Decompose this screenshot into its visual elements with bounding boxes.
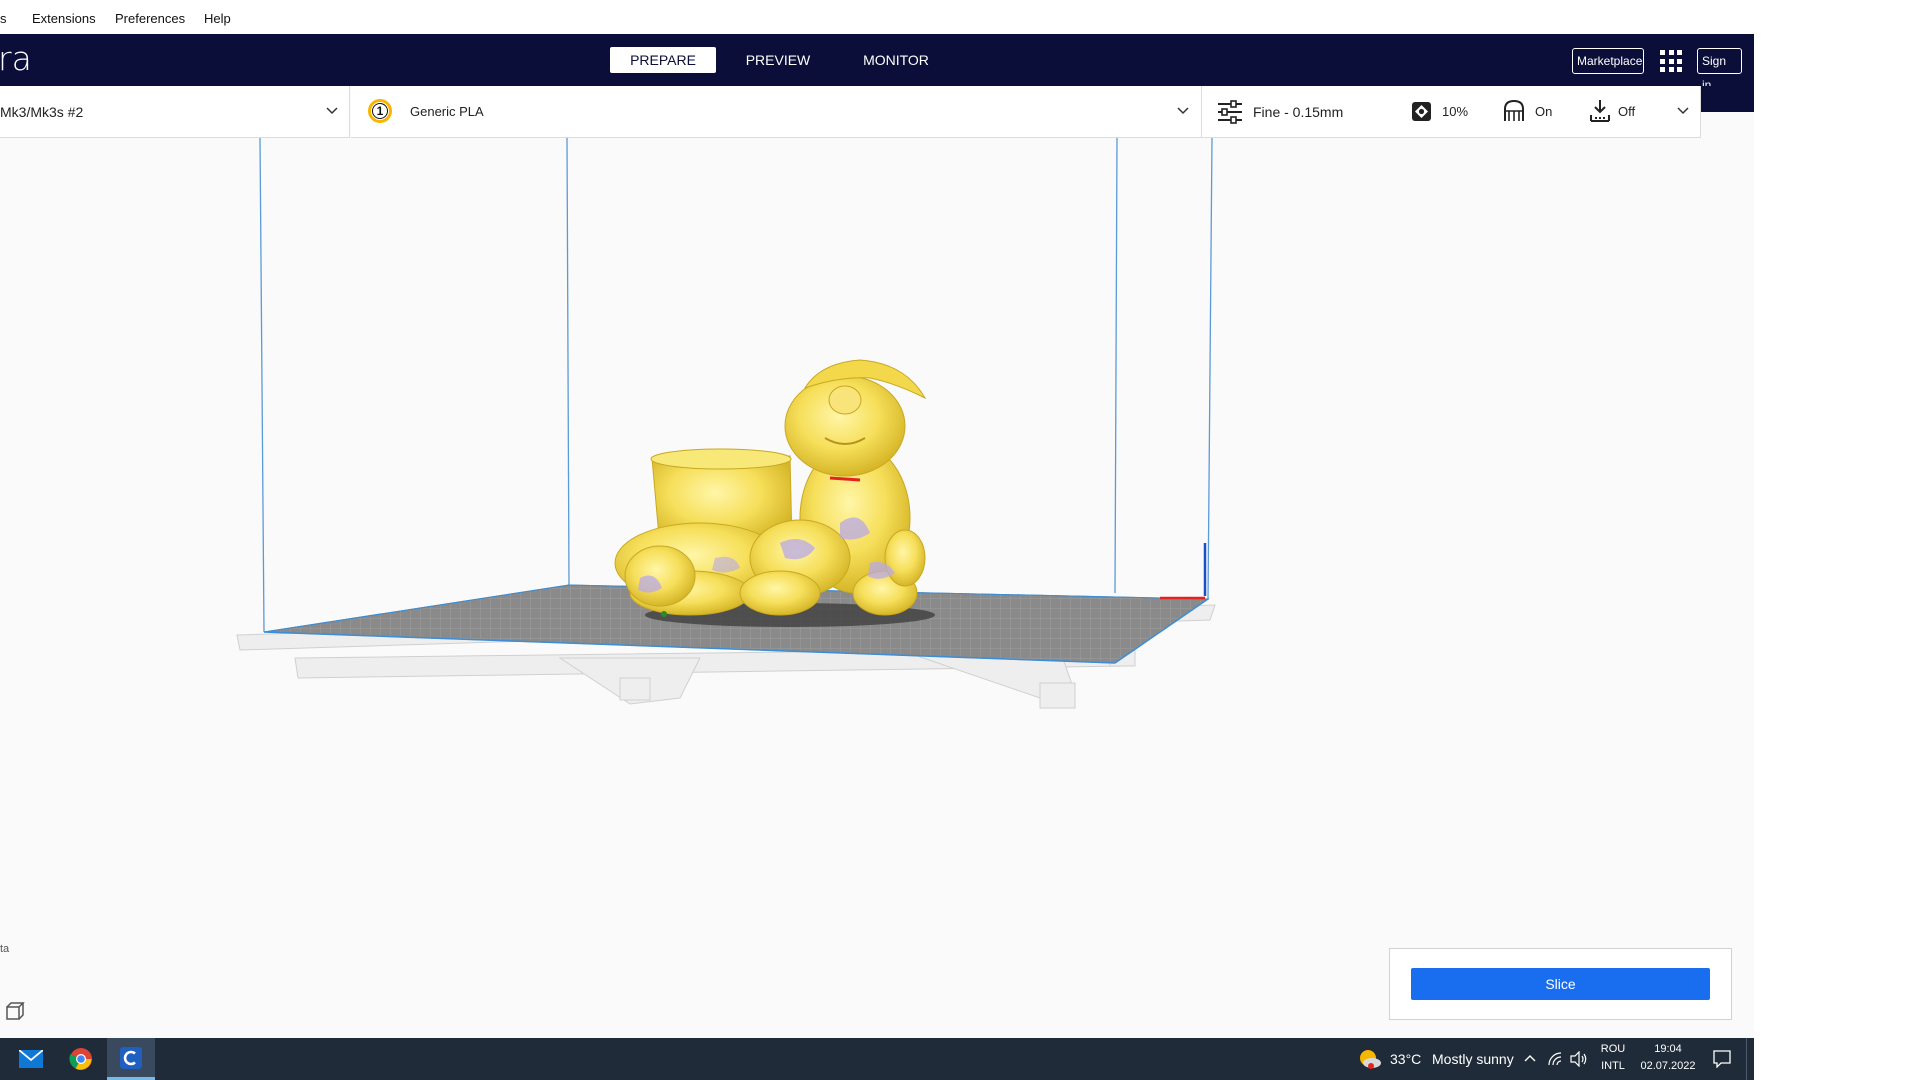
3d-viewport[interactable] [0, 137, 1754, 1038]
print-settings-selector[interactable]: Fine - 0.15mm 10% On Off [1201, 86, 1701, 138]
extruder-number: 1 [376, 104, 384, 118]
material-name: Generic PLA [410, 104, 484, 119]
keyboard-language[interactable]: ROU [1598, 1043, 1628, 1055]
infill-icon [1412, 102, 1431, 121]
app-header: ra PREPARE PREVIEW MONITOR Marketplace S… [0, 34, 1754, 92]
build-plate-scene [236, 137, 1216, 709]
build-volume-edge [566, 137, 570, 586]
support-icon [1504, 99, 1524, 121]
marketplace-button[interactable]: Marketplace [1572, 48, 1644, 74]
3d-model[interactable] [614, 359, 927, 617]
profile-label: Fine - 0.15mm [1253, 104, 1344, 120]
app-title: ra [0, 39, 32, 78]
build-volume-edge [1207, 137, 1213, 601]
tab-monitor[interactable]: MONITOR [846, 47, 946, 73]
build-volume-edge [1114, 137, 1118, 594]
menu-item-help[interactable]: Help [204, 11, 231, 26]
show-desktop-button[interactable] [1746, 1038, 1754, 1080]
mail-icon [19, 1050, 43, 1068]
menu-item-preferences[interactable]: Preferences [115, 11, 185, 26]
weather-sun-icon[interactable] [1358, 1048, 1382, 1070]
extruder-badge: 1 [368, 99, 392, 123]
taskbar-app-mail[interactable] [7, 1038, 55, 1080]
chevron-up-icon[interactable] [1524, 1054, 1536, 1062]
chevron-down-icon [1677, 107, 1689, 115]
clock-time[interactable]: 19:04 [1638, 1043, 1698, 1055]
tab-prepare[interactable]: PREPARE [610, 47, 716, 73]
blank-area [1754, 0, 1920, 1080]
menu-item-extensions[interactable]: Extensions [32, 11, 96, 26]
action-panel: Slice [1389, 948, 1732, 1020]
chevron-down-icon [1177, 107, 1189, 115]
taskbar-app-cura[interactable] [107, 1038, 155, 1080]
chrome-icon [69, 1048, 92, 1070]
weather-temperature[interactable]: 33°C [1390, 1051, 1421, 1067]
adhesion-value: Off [1618, 104, 1636, 119]
slice-button[interactable]: Slice [1411, 968, 1710, 1000]
chevron-down-icon [326, 107, 338, 115]
sliders-icon [1218, 100, 1242, 124]
material-selector[interactable]: 1 Generic PLA [351, 86, 1201, 138]
support-value: On [1535, 104, 1553, 119]
sign-in-button[interactable]: Sign in [1697, 48, 1742, 92]
weather-description[interactable]: Mostly sunny [1432, 1051, 1514, 1067]
printer-selector[interactable]: Mk3/Mk3s #2 [0, 86, 350, 138]
volume-icon[interactable] [1570, 1051, 1588, 1067]
keyboard-layout[interactable]: INTL [1598, 1060, 1628, 1072]
side-panel-text: ta [0, 943, 10, 955]
clock-date[interactable]: 02.07.2022 [1634, 1060, 1702, 1072]
taskbar-app-chrome[interactable] [57, 1038, 105, 1080]
build-volume-edge [259, 137, 265, 633]
header-extension [1700, 86, 1754, 112]
notifications-icon[interactable] [1713, 1050, 1731, 1068]
windows-taskbar: 33°C Mostly sunny ROU INTL 19:04 02.07.2… [0, 1038, 1754, 1080]
cura-icon [120, 1047, 142, 1069]
apps-grid-icon[interactable] [1660, 50, 1682, 72]
menu-bar: s Extensions Preferences Help [0, 0, 1754, 34]
printer-name: Mk3/Mk3s #2 [0, 104, 84, 120]
object-list-icon[interactable] [6, 1002, 26, 1020]
menu-item-settings[interactable]: s [0, 11, 7, 26]
cura-window: s Extensions Preferences Help ra PREPARE… [0, 0, 1754, 1080]
infill-value: 10% [1442, 104, 1469, 119]
network-icon[interactable] [1547, 1051, 1563, 1067]
adhesion-icon [1590, 100, 1610, 122]
tab-preview[interactable]: PREVIEW [728, 47, 828, 73]
